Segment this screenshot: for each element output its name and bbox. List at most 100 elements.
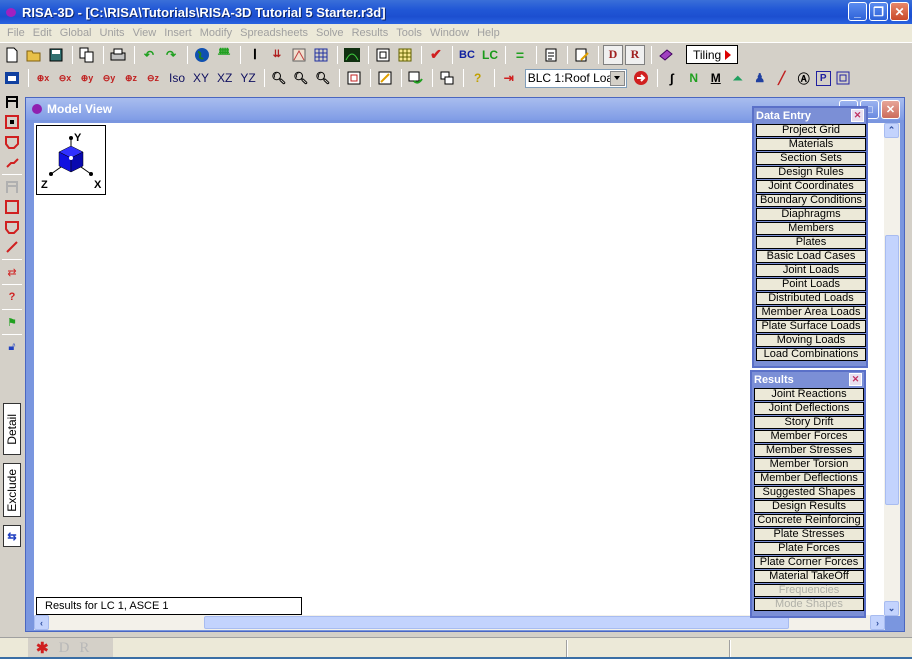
data-entry-basic-load-cases-button[interactable]: Basic Load Cases	[756, 250, 866, 263]
moment-diagram-icon[interactable]: M	[706, 68, 726, 88]
edit-report-icon[interactable]	[572, 45, 592, 65]
menu-solve[interactable]: Solve	[312, 27, 348, 39]
vertical-scroll-thumb[interactable]	[885, 235, 899, 505]
data-entry-joint-loads-button[interactable]: Joint Loads	[756, 264, 866, 277]
menu-window[interactable]: Window	[426, 27, 473, 39]
modify-line-icon[interactable]	[1, 237, 23, 257]
menu-edit[interactable]: Edit	[29, 27, 56, 39]
vertical-scrollbar[interactable]: ⌃ ⌄	[884, 123, 900, 616]
design-tab[interactable]: D	[59, 640, 70, 657]
frame-view-icon[interactable]	[833, 68, 853, 88]
copy-icon[interactable]	[77, 45, 97, 65]
zoom-in-icon[interactable]: 🔍︎	[269, 68, 289, 88]
results-suggested-shapes-button[interactable]: Suggested Shapes	[754, 486, 864, 499]
member-shape-icon[interactable]: Ⅰ	[245, 45, 265, 65]
new-file-icon[interactable]	[2, 45, 22, 65]
rendered-view-icon[interactable]	[342, 45, 362, 65]
draw-curved-plate-icon[interactable]	[1, 132, 23, 152]
rotate-plus-y-icon[interactable]: ⊕y	[77, 68, 97, 88]
menu-help[interactable]: Help	[473, 27, 504, 39]
horizontal-scroll-thumb[interactable]	[204, 616, 789, 629]
modify-curved-plate-icon[interactable]	[1, 217, 23, 237]
results-story-drift-button[interactable]: Story Drift	[754, 416, 864, 429]
model-generator-icon[interactable]: ᚙ	[214, 45, 234, 65]
deflected-shape-icon[interactable]: ʃ	[662, 68, 682, 88]
plate-p-icon[interactable]: P	[815, 70, 831, 86]
xy-view-button[interactable]: XY	[189, 71, 213, 85]
tiling-button[interactable]: Tiling	[686, 45, 739, 64]
export-button[interactable]: ⇆	[3, 525, 21, 547]
data-entry-materials-button[interactable]: Materials	[756, 138, 866, 151]
data-entry-point-loads-button[interactable]: Point Loads	[756, 278, 866, 291]
copy-selection-icon[interactable]	[406, 68, 426, 88]
help-book-icon[interactable]	[656, 45, 676, 65]
rotate-plus-z-icon[interactable]: ⊕z	[121, 68, 141, 88]
data-entry-member-area-loads-button[interactable]: Member Area Loads	[756, 306, 866, 319]
report-icon[interactable]	[373, 45, 393, 65]
results-plate-corner-forces-button[interactable]: Plate Corner Forces	[754, 556, 864, 569]
cascade-windows-icon[interactable]	[437, 68, 457, 88]
menu-insert[interactable]: Insert	[160, 27, 196, 39]
new-window-icon[interactable]	[2, 68, 22, 88]
modify-members-icon[interactable]	[1, 177, 23, 197]
model-view-close-button[interactable]: ✕	[881, 100, 900, 119]
menu-global[interactable]: Global	[56, 27, 96, 39]
boundary-conditions-icon[interactable]: BC	[457, 45, 477, 65]
menu-view[interactable]: View	[129, 27, 161, 39]
results-titlebar[interactable]: Results ✕	[752, 372, 864, 388]
results-design-results-button[interactable]: Design Results	[754, 500, 864, 513]
data-entry-joint-coordinates-button[interactable]: Joint Coordinates	[756, 180, 866, 193]
load-case-dropdown[interactable]: BLC 1:Roof Load	[524, 68, 627, 88]
results-member-forces-button[interactable]: Member Forces	[754, 430, 864, 443]
equals-icon[interactable]: =	[510, 45, 530, 65]
detail-button[interactable]: Detail	[3, 403, 21, 455]
exclude-button[interactable]: Exclude	[3, 463, 21, 517]
menu-file[interactable]: File	[3, 27, 29, 39]
grid-view-icon[interactable]	[311, 45, 331, 65]
query-icon[interactable]: ?	[1, 287, 23, 307]
undo-icon[interactable]: ↶	[139, 45, 159, 65]
rotate-plus-x-icon[interactable]: ⊕x	[33, 68, 53, 88]
code-check-icon[interactable]: ✔	[426, 45, 446, 65]
loads-display-icon[interactable]: ⇊	[267, 45, 287, 65]
results-plate-forces-button[interactable]: Plate Forces	[754, 542, 864, 555]
restore-button[interactable]: ❐	[869, 2, 888, 21]
modify-plates-icon[interactable]	[1, 197, 23, 217]
full-model-view-icon[interactable]	[344, 68, 364, 88]
yz-view-button[interactable]: YZ	[236, 71, 259, 85]
draw-members-icon[interactable]	[1, 92, 23, 112]
rotate-minus-y-icon[interactable]: ⊖y	[99, 68, 119, 88]
unlock-icon[interactable]: 🔓︎	[1, 337, 23, 357]
load-combinations-button[interactable]: LC	[479, 48, 501, 62]
rotate-minus-z-icon[interactable]: ⊖z	[143, 68, 163, 88]
rotate-minus-x-icon[interactable]: ⊖x	[55, 68, 75, 88]
results-close-icon[interactable]: ✕	[849, 373, 862, 386]
data-entry-moving-loads-button[interactable]: Moving Loads	[756, 334, 866, 347]
menu-results[interactable]: Results	[348, 27, 393, 39]
help-question-icon[interactable]: ?	[468, 68, 488, 88]
data-entry-distributed-loads-button[interactable]: Distributed Loads	[756, 292, 866, 305]
menu-modify[interactable]: Modify	[196, 27, 236, 39]
data-entry-diaphragms-button[interactable]: Diaphragms	[756, 208, 866, 221]
menu-units[interactable]: Units	[96, 27, 129, 39]
zoom-box-icon[interactable]: 🔍︎	[313, 68, 333, 88]
data-entry-members-button[interactable]: Members	[756, 222, 866, 235]
results-material-takeoff-button[interactable]: Material TakeOff	[754, 570, 864, 583]
results-member-torsion-button[interactable]: Member Torsion	[754, 458, 864, 471]
draw-plates-icon[interactable]	[1, 112, 23, 132]
xz-view-button[interactable]: XZ	[213, 71, 236, 85]
results-joint-reactions-button[interactable]: Joint Reactions	[754, 388, 864, 401]
open-folder-icon[interactable]	[24, 45, 44, 65]
axial-force-icon[interactable]: N	[684, 68, 704, 88]
iso-view-button[interactable]: Iso	[165, 71, 189, 85]
chevron-down-icon[interactable]	[609, 70, 625, 86]
document-icon[interactable]	[541, 45, 561, 65]
results-joint-deflections-button[interactable]: Joint Deflections	[754, 402, 864, 415]
results-tab[interactable]: R	[79, 640, 89, 657]
print-icon[interactable]	[108, 45, 128, 65]
results-member-stresses-button[interactable]: Member Stresses	[754, 444, 864, 457]
data-entry-section-sets-button[interactable]: Section Sets	[756, 152, 866, 165]
model-mode-icon[interactable]: ✱	[36, 639, 49, 657]
stamp-icon[interactable]: Ⓐ	[794, 68, 814, 88]
data-entry-close-icon[interactable]: ✕	[851, 109, 864, 122]
